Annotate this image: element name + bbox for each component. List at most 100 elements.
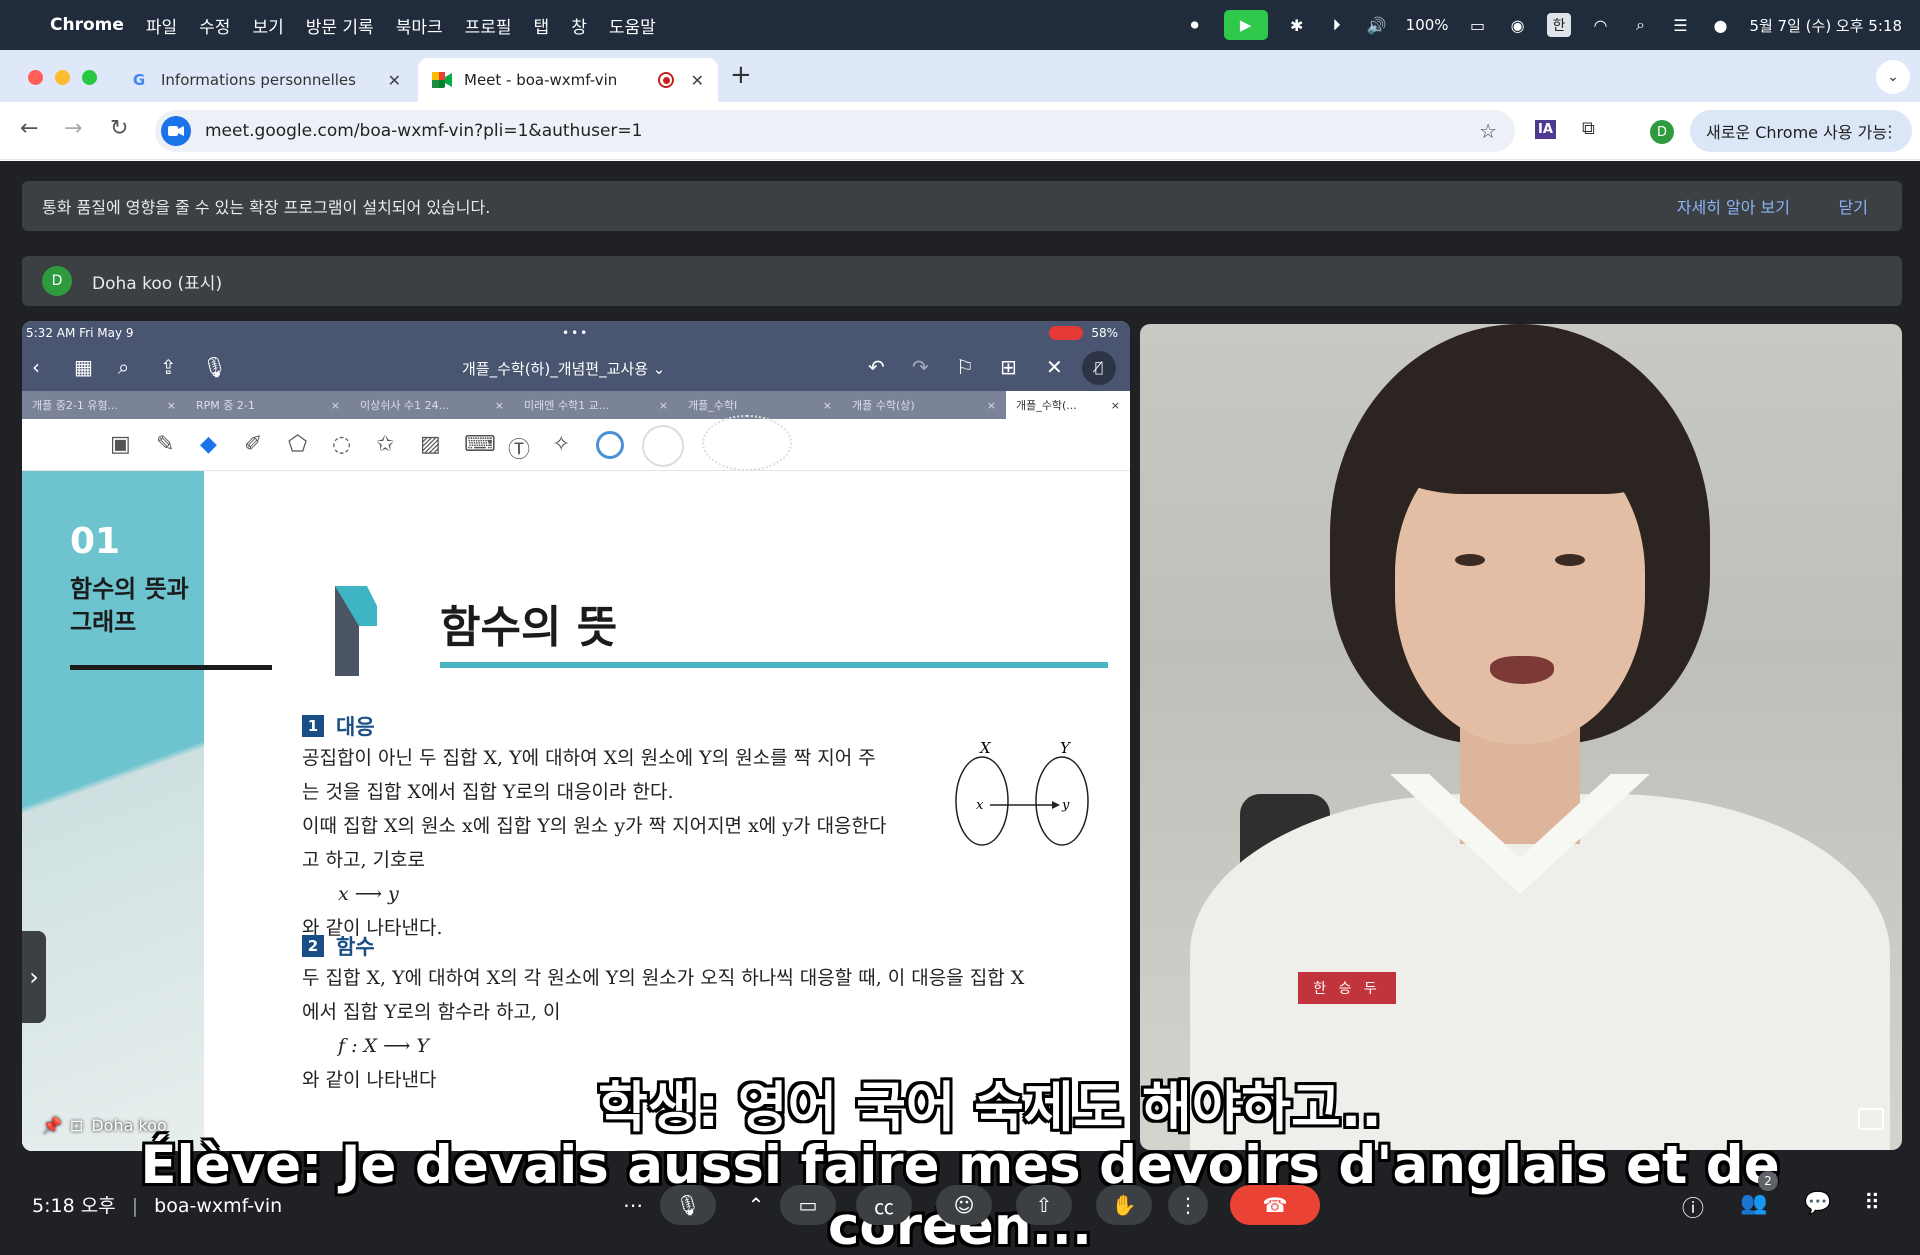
camera-button[interactable]: ▭	[780, 1185, 836, 1225]
ia-extension-icon[interactable]: IA	[1535, 120, 1556, 139]
shared-screen-tile[interactable]: 5:32 AM Fri May 9 ••• 58% ‹ ▦ ⌕ ⇪ 🎙 개플_수…	[22, 321, 1130, 1151]
microphone-button[interactable]: 🎙	[660, 1185, 716, 1225]
video-options-chevron-icon[interactable]: ⌃	[728, 1185, 784, 1225]
tab-meet[interactable]: Meet - boa-wxmf-vin ✕	[418, 58, 718, 102]
doc-tab[interactable]: 개플_수학I	[678, 391, 842, 419]
control-center-icon[interactable]: ☰	[1669, 14, 1691, 36]
microphone-icon[interactable]: 🎙	[202, 355, 227, 379]
menu-app-name[interactable]: Chrome	[50, 15, 124, 35]
chat-icon[interactable]: 💬	[1804, 1191, 1831, 1216]
share-icon[interactable]: ⇪	[160, 355, 177, 379]
highlighter-icon[interactable]: ✐	[244, 432, 262, 457]
search-icon[interactable]: ⌕	[118, 355, 129, 379]
volume-icon[interactable]: 🔊	[1366, 14, 1388, 36]
user-icon[interactable]: ◉	[1507, 14, 1529, 36]
more-options-icon[interactable]: ⋮	[1168, 1185, 1208, 1225]
siri-icon[interactable]: ●	[1709, 14, 1731, 36]
menu-history[interactable]: 방문 기록	[306, 13, 374, 38]
zoom-window-button[interactable]	[82, 70, 97, 85]
spotlight-search-icon[interactable]: ⌕	[1629, 14, 1651, 36]
input-source[interactable]: 한	[1546, 13, 1572, 37]
text-box-icon[interactable]: Ⓣ	[508, 432, 530, 464]
pen-icon[interactable]: ✎	[156, 432, 174, 457]
close-icon[interactable]: ✕	[1046, 355, 1063, 379]
extensions-puzzle-icon[interactable]: ⧉	[1582, 118, 1595, 139]
doc-tab[interactable]: 개플 중2-1 유형...	[22, 391, 186, 419]
tab-title: Meet - boa-wxmf-vin	[464, 71, 618, 89]
close-tab-icon[interactable]: ✕	[388, 71, 401, 90]
eraser-size-small[interactable]	[596, 431, 624, 459]
eraser-icon[interactable]: ◆	[200, 432, 217, 457]
new-chrome-available-button[interactable]: 새로운 Chrome 사용 가능 ⋮	[1690, 110, 1912, 152]
eraser-size-large[interactable]	[702, 415, 792, 471]
meet-site-icon[interactable]	[161, 116, 191, 146]
image-icon[interactable]: ▨	[420, 432, 441, 457]
redo-icon[interactable]: ↷	[912, 355, 929, 379]
keyboard-icon[interactable]: ⌨	[464, 432, 496, 457]
textbook-page[interactable]: 01 함수의 뜻과 그래프 함수의 뜻 1 대응 공집합이 아닌 두 집합 X,…	[22, 471, 1130, 1151]
tab-informations-personnelles[interactable]: G Informations personnelles ✕	[115, 58, 415, 102]
activities-grid-icon[interactable]: ⠿	[1864, 1191, 1880, 1216]
emoji-reactions-button[interactable]: ☺	[936, 1185, 992, 1225]
people-icon[interactable]: 👥	[1740, 1191, 1767, 1216]
menubar-clock[interactable]: 5월 7일 (수) 오후 5:18	[1749, 15, 1902, 36]
menu-view[interactable]: 보기	[252, 13, 283, 38]
now-playing-icon[interactable]: ⏵	[1326, 14, 1348, 36]
bookmark-icon[interactable]: ⚐	[956, 355, 974, 379]
record-status-icon[interactable]: ⏺	[1184, 14, 1206, 36]
menu-edit[interactable]: 수정	[199, 13, 230, 38]
back-arrow-icon[interactable]: ←	[20, 116, 38, 141]
close-tab-icon[interactable]: ✕	[691, 71, 704, 90]
new-tab-plus-icon[interactable]: +	[730, 60, 752, 90]
lesson-title: 함수의 뜻	[440, 602, 618, 653]
forward-arrow-icon[interactable]: →	[64, 116, 82, 141]
doc-tab[interactable]: 이상쉬사 수1 24...	[350, 391, 514, 419]
eraser-size-medium[interactable]	[642, 425, 684, 467]
menu-profiles[interactable]: 프로필	[465, 13, 512, 38]
meeting-details-info-icon[interactable]: ⓘ	[1682, 1191, 1704, 1223]
camera-in-use-icon[interactable]: ▶	[1223, 10, 1268, 40]
menu-bookmarks[interactable]: 북마크	[396, 13, 443, 38]
doc-tab[interactable]: RPM 중 2-1	[186, 391, 350, 419]
address-bar[interactable]: meet.google.com/boa-wxmf-vin?pli=1&authu…	[155, 110, 1515, 152]
tab-search-chevron-icon[interactable]: ⌄	[1876, 60, 1910, 94]
bookmark-star-icon[interactable]: ☆	[1479, 119, 1497, 143]
banner-close-button[interactable]: 닫기	[1839, 194, 1868, 218]
sticker-icon[interactable]: ✩	[376, 432, 394, 457]
close-window-button[interactable]	[28, 70, 43, 85]
battery-icon[interactable]: ▭	[1467, 14, 1489, 36]
add-page-icon[interactable]: ⊞	[1000, 355, 1017, 379]
document-title[interactable]: 개플_수학(하)_개념편_교사용 ⌄	[462, 358, 665, 379]
sidebar-expand-chevron-icon[interactable]: ›	[22, 931, 46, 1023]
shapes-icon[interactable]: ⬠	[288, 432, 307, 457]
url-text[interactable]: meet.google.com/boa-wxmf-vin?pli=1&authu…	[205, 121, 642, 141]
doc-tab[interactable]: 개플 수학(상)	[842, 391, 1006, 419]
menu-file[interactable]: 파일	[146, 13, 177, 38]
lasso-icon[interactable]: ◌	[332, 432, 351, 457]
back-chevron-icon[interactable]: ‹	[32, 355, 40, 379]
participant-video-tile[interactable]: 한 승 두	[1140, 324, 1902, 1150]
menu-help[interactable]: 도움말	[609, 13, 656, 38]
present-screen-button[interactable]: ⇧	[1016, 1185, 1072, 1225]
set-y-label: Y	[1060, 739, 1072, 757]
kebab-menu-icon[interactable]: ⋮	[1882, 122, 1898, 141]
minimize-window-button[interactable]	[55, 70, 70, 85]
wifi-icon[interactable]: ◠	[1589, 14, 1611, 36]
captions-button[interactable]: ㏄	[856, 1185, 912, 1225]
more-audio-options-icon[interactable]: ⋯	[605, 1185, 661, 1225]
doc-tab-active[interactable]: 개플_수학(...	[1006, 391, 1130, 419]
reload-icon[interactable]: ↻	[110, 116, 128, 141]
chapter-number: 01	[70, 521, 121, 562]
raise-hand-button[interactable]: ✋	[1096, 1185, 1152, 1225]
undo-icon[interactable]: ↶	[868, 355, 885, 379]
image-scan-icon[interactable]: ▣	[110, 432, 131, 457]
profile-avatar[interactable]: D	[1650, 120, 1674, 144]
menu-window[interactable]: 창	[571, 13, 587, 38]
laser-pointer-icon[interactable]: ✧	[552, 432, 570, 457]
leave-call-button[interactable]: ☎	[1230, 1185, 1320, 1225]
menu-tab[interactable]: 탭	[534, 13, 550, 38]
grid-view-icon[interactable]: ▦	[74, 355, 93, 379]
doc-tab[interactable]: 미래엔 수학1 교...	[514, 391, 678, 419]
learn-more-link[interactable]: 자세히 알아 보기	[1677, 194, 1790, 218]
bluetooth-icon[interactable]: ✱	[1286, 14, 1308, 36]
